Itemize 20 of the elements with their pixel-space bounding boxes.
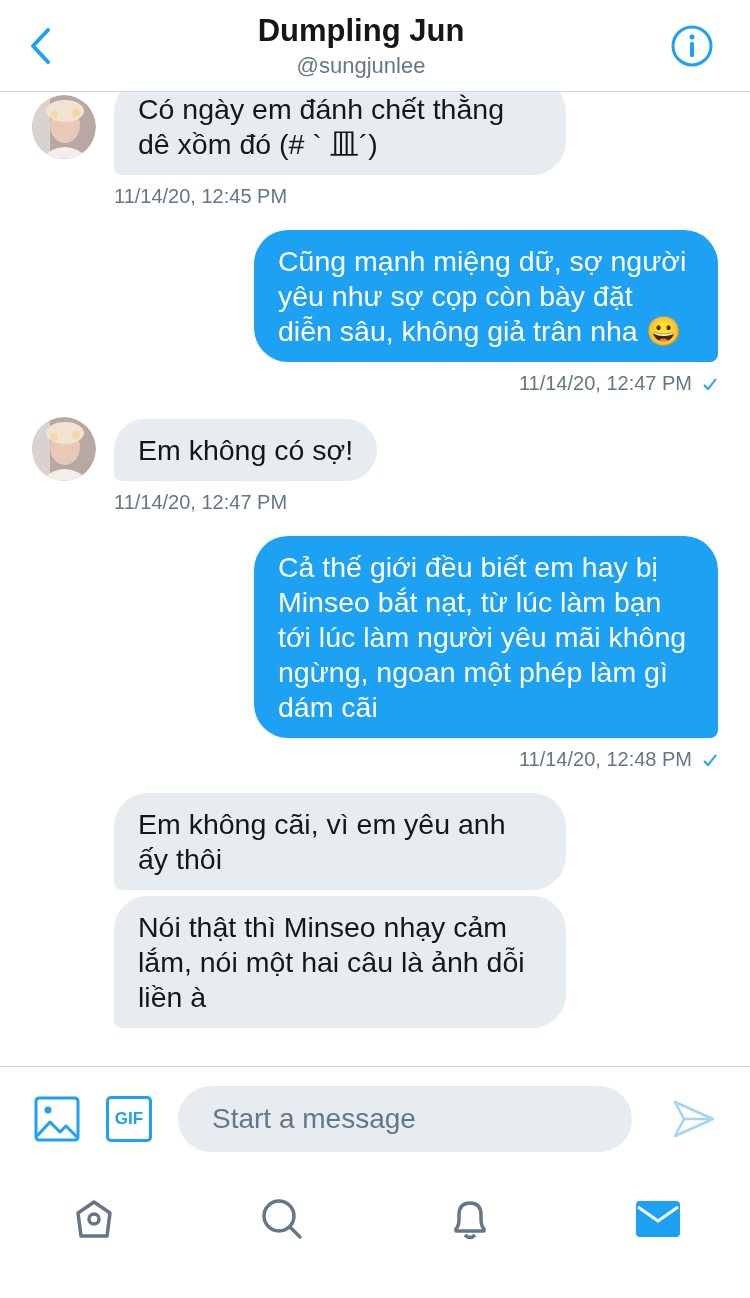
message-time: 11/14/20, 12:45 PM <box>114 185 288 208</box>
gif-button[interactable]: GIF <box>106 1095 152 1142</box>
message-bubble: Có ngày em đánh chết thằng dê xồm đó (# ` 皿´) <box>114 92 566 175</box>
message-bubble: Nói thật thì Minseo nhạy cảm lắm, nói một hai câu là ảnh dỗi liền à <box>114 896 566 1028</box>
contact-handle: @sungjunlee <box>296 52 426 79</box>
contact-name: Dumpling Jun <box>257 12 465 49</box>
message-bubble: Cũng mạnh miệng dữ, sợ người yêu như sợ cọp còn bày đặt diễn sâu, không giả trân nha 😀 <box>254 230 718 362</box>
message-field[interactable]: Start a message <box>178 1085 632 1152</box>
message-bubble: Em không cãi, vì em yêu anh ấy thôi <box>114 793 566 890</box>
send-icon[interactable] <box>672 1098 716 1139</box>
search-icon[interactable] <box>260 1197 304 1241</box>
message-bubble: Em không có sợ! <box>114 419 378 481</box>
image-icon[interactable] <box>34 1095 80 1142</box>
back-icon[interactable] <box>28 25 52 66</box>
message-time: 11/14/20, 12:47 PM <box>518 372 692 395</box>
envelope-icon[interactable] <box>636 1201 680 1237</box>
message-bubble: Cả thế giới đều biết em hay bị Minseo bắt nạt, từ lúc làm bạn tới lúc làm người yêu mãi không ngừng, ngoan một phép làm gì dám cãi <box>254 536 718 738</box>
message-time: 11/14/20, 12:48 PM <box>518 748 692 771</box>
message-time: 11/14/20, 12:47 PM <box>114 491 288 514</box>
info-icon[interactable] <box>670 23 714 68</box>
